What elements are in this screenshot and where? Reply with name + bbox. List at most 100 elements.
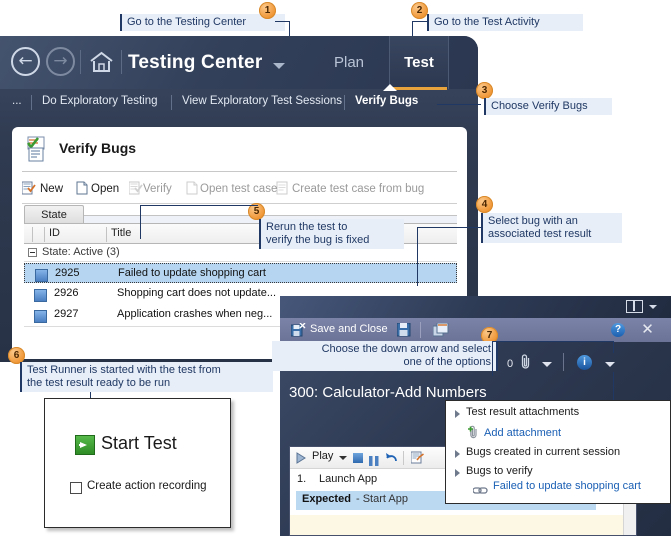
subnav-divider-2 <box>171 95 172 110</box>
column-header-title[interactable]: Title <box>111 227 131 239</box>
save-and-close-button[interactable]: Save and Close <box>310 323 388 335</box>
test-runner-titlebar <box>280 296 671 318</box>
layout-panel-icon[interactable] <box>626 300 643 313</box>
attachment-chevron-down-icon[interactable] <box>542 362 552 367</box>
expander-triangle-icon[interactable] <box>455 469 460 477</box>
bug-title: Shopping cart does not update... <box>117 287 277 299</box>
tab-plan[interactable]: Plan <box>318 36 380 89</box>
expander-triangle-icon[interactable] <box>455 450 460 458</box>
bug-id: 2927 <box>54 308 79 320</box>
test-runner-start-panel: Start Test Create action recording <box>44 398 231 528</box>
add-attachment-link[interactable]: Add attachment <box>484 427 561 439</box>
verify-button[interactable]: Verify <box>143 179 172 199</box>
start-test-icon <box>75 435 95 455</box>
callout-2-text: Go to the Test Activity <box>427 14 583 31</box>
callout-2-leader-h <box>412 21 427 22</box>
callout-7-leader-h <box>492 341 614 342</box>
attachments-dropdown: Test result attachments Add attachment B… <box>445 400 671 504</box>
chevron-down-icon[interactable] <box>273 63 285 69</box>
start-test-button[interactable]: Start Test <box>101 433 177 454</box>
bug-title: Failed to update shopping cart <box>118 267 266 279</box>
create-bug-icon[interactable] <box>410 451 425 465</box>
home-icon[interactable] <box>89 50 114 74</box>
play-chevron-down-icon[interactable] <box>339 456 347 460</box>
testing-center-header: ← → Testing Center Plan Test <box>0 36 478 90</box>
create-test-case-from-bug-button[interactable]: Create test case from bug <box>292 179 424 199</box>
attachment-count: 0 <box>507 358 514 370</box>
open-button[interactable]: Open <box>91 179 119 199</box>
step-name[interactable]: Launch App <box>319 473 377 485</box>
info-chevron-down-icon[interactable] <box>605 362 615 367</box>
bug-id: 2926 <box>54 287 79 299</box>
create-test-case-from-bug-icon <box>276 181 290 196</box>
back-button[interactable]: ← <box>11 47 40 76</box>
bug-id: 2925 <box>55 267 80 279</box>
callout-4-badge: 4 <box>476 196 493 213</box>
grid-header-sep-0 <box>32 227 33 242</box>
verify-bugs-icon <box>24 135 52 163</box>
play-icon[interactable] <box>295 451 309 465</box>
test-runner-toolbar: Save and Close ? ✕ <box>280 318 671 342</box>
open-test-case-button[interactable]: Open test case <box>200 179 277 199</box>
tab-test[interactable]: Test <box>389 36 449 89</box>
subnav-ellipsis[interactable]: ... <box>12 95 22 107</box>
callout-6-text: Test Runner is started with the test fro… <box>20 362 273 392</box>
state-filter-tab[interactable]: State <box>24 205 84 223</box>
column-header-id[interactable]: ID <box>49 227 60 239</box>
dropdown-group-test-result-attachments[interactable]: Test result attachments <box>466 406 579 418</box>
bug-state-icon <box>34 310 47 323</box>
copy-icon[interactable] <box>432 322 449 337</box>
grid-header-sep-2 <box>106 227 107 242</box>
pause-icon[interactable] <box>369 453 379 466</box>
dropdown-group-bugs-to-verify[interactable]: Bugs to verify <box>466 465 533 477</box>
subnav-item-do-exploratory-testing[interactable]: Do Exploratory Testing <box>42 95 157 107</box>
dropdown-group-bugs-created-in-current-session[interactable]: Bugs created in current session <box>466 446 620 458</box>
play-button[interactable]: Play <box>312 450 333 462</box>
step-number: 1. <box>297 473 307 485</box>
new-button[interactable]: New <box>40 179 63 199</box>
forward-arrow-icon: → <box>53 51 68 71</box>
chevron-down-icon[interactable] <box>649 305 657 309</box>
header-divider-2 <box>121 50 122 74</box>
callout-4-leader-v <box>417 227 418 286</box>
add-attachment-icon <box>468 425 480 439</box>
callout-1-leader-h <box>275 21 290 22</box>
verify-bugs-toolbar: New Open Verify Open test case Create te… <box>21 179 457 201</box>
table-row[interactable]: 2925 Failed to update shopping cart <box>24 263 457 283</box>
bug-state-icon <box>35 269 48 282</box>
create-action-recording-label: Create action recording <box>87 480 207 492</box>
open-icon <box>75 181 89 196</box>
forward-button[interactable]: → <box>46 47 75 76</box>
bug-state-icon <box>34 289 47 302</box>
subnav-item-verify-bugs[interactable]: Verify Bugs <box>355 95 418 107</box>
undo-icon[interactable] <box>385 451 398 464</box>
bug-title: Application crashes when neg... <box>117 308 273 320</box>
subnav-item-view-exploratory-test-sessions[interactable]: View Exploratory Test Sessions <box>182 95 342 107</box>
callout-7-leader-v <box>492 341 493 376</box>
callout-1-text: Go to the Testing Center <box>120 14 285 31</box>
help-icon[interactable]: ? <box>611 323 625 337</box>
save-and-close-icon <box>290 322 306 337</box>
info-icon[interactable]: i <box>577 355 592 370</box>
callout-3-badge: 3 <box>476 82 493 99</box>
callout-7-text: Choose the down arrow and select one of … <box>272 341 498 371</box>
toolbar-divider <box>420 322 421 338</box>
heading-divider <box>22 171 457 172</box>
open-test-case-icon <box>185 181 199 196</box>
group-row-label: State: Active (3) <box>42 246 120 258</box>
callout-4-text: Select bug with an associated test resul… <box>481 213 622 243</box>
verify-bugs-heading: Verify Bugs <box>59 140 137 156</box>
close-icon[interactable]: ✕ <box>640 322 655 337</box>
stop-icon[interactable] <box>353 453 363 463</box>
grid-header-sep-1 <box>44 227 45 242</box>
expected-label: Expected <box>302 493 351 505</box>
back-arrow-icon: ← <box>18 51 33 71</box>
expander-triangle-icon[interactable] <box>455 410 460 418</box>
paperclip-icon[interactable] <box>520 354 532 370</box>
header-divider-1 <box>80 50 81 74</box>
bug-to-verify-link[interactable]: Failed to update shopping cart <box>493 480 641 492</box>
save-icon[interactable] <box>396 322 411 337</box>
group-collapse-icon[interactable] <box>28 248 37 257</box>
callout-1-badge: 1 <box>259 2 276 19</box>
create-action-recording-checkbox[interactable] <box>70 482 82 494</box>
